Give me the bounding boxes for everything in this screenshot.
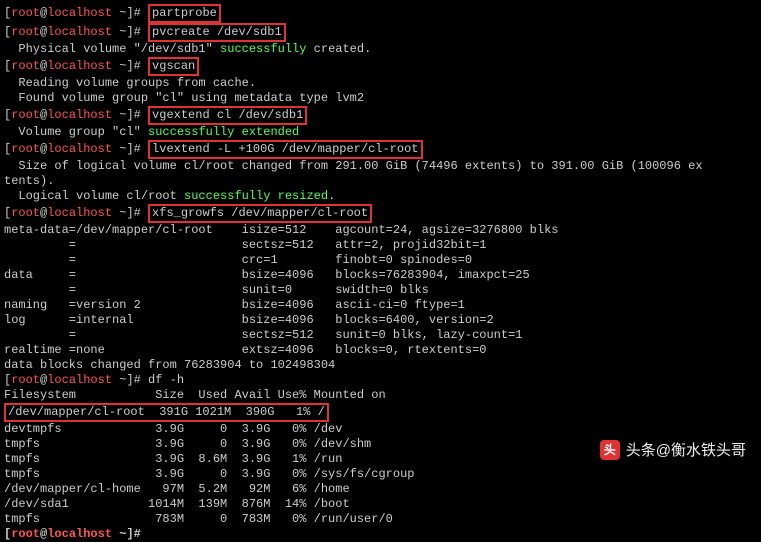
cmd-lvextend: lvextend -L +100G /dev/mapper/cl-root [148,140,422,159]
output: Physical volume "/dev/sdb1" successfully… [4,42,757,57]
df-row: devtmpfs 3.9G 0 3.9G 0% /dev [4,422,757,437]
output: = crc=1 finobt=0 spinodes=0 [4,253,757,268]
watermark-text: 头条@衡水铁头哥 [626,443,746,458]
df-row: /dev/sda1 1014M 139M 876M 14% /boot [4,497,757,512]
hostname: localhost [47,6,112,20]
output: = sectsz=512 attr=2, projid32bit=1 [4,238,757,253]
output: = sunit=0 swidth=0 blks [4,283,757,298]
prompt-line: [root@localhost ~]# vgextend cl /dev/sdb… [4,106,757,125]
cmd-pvcreate: pvcreate /dev/sdb1 [148,23,286,42]
output: Size of logical volume cl/root changed f… [4,159,757,174]
df-root-row: /dev/mapper/cl-root 391G 1021M 390G 1% / [4,403,329,422]
df-row: /dev/mapper/cl-home 97M 5.2M 92M 6% /hom… [4,482,757,497]
output: realtime =none extsz=4096 blocks=0, rtex… [4,343,757,358]
output: Reading volume groups from cache. [4,76,757,91]
prompt-line: [root@localhost ~]# lvextend -L +100G /d… [4,140,757,159]
cmd-vgextend: vgextend cl /dev/sdb1 [148,106,307,125]
prompt-line-active[interactable]: [root@localhost ~]# [4,527,757,542]
prompt-line: [root@localhost ~]# partprobe [4,4,757,23]
terminal[interactable]: [root@localhost ~]# partprobe [root@loca… [4,4,757,542]
output: Found volume group "cl" using metadata t… [4,91,757,106]
prompt-line: [root@localhost ~]# df -h [4,373,757,388]
output: meta-data=/dev/mapper/cl-root isize=512 … [4,223,757,238]
cmd-vgscan: vgscan [148,57,199,76]
cmd-xfs-growfs: xfs_growfs /dev/mapper/cl-root [148,204,372,223]
cmd-df: df -h [148,373,184,387]
success: successfully [220,42,306,56]
output: naming =version 2 bsize=4096 ascii-ci=0 … [4,298,757,313]
success: successfully resized [184,189,328,203]
df-row: tmpfs 3.9G 0 3.9G 0% /sys/fs/cgroup [4,467,757,482]
output: data blocks changed from 76283904 to 102… [4,358,757,373]
df-row: tmpfs 783M 0 783M 0% /run/user/0 [4,512,757,527]
prompt-line: [root@localhost ~]# vgscan [4,57,757,76]
watermark-icon: 头 [600,440,620,460]
df-row-highlight: /dev/mapper/cl-root 391G 1021M 390G 1% / [4,403,757,422]
output: data = bsize=4096 blocks=76283904, imaxp… [4,268,757,283]
user: root [11,6,40,20]
output: tents). [4,174,757,189]
cmd-partprobe: partprobe [148,4,221,23]
output: Logical volume cl/root successfully resi… [4,189,757,204]
df-header: Filesystem Size Used Avail Use% Mounted … [4,388,757,403]
output: = sectsz=512 sunit=0 blks, lazy-count=1 [4,328,757,343]
output: Volume group "cl" successfully extended [4,125,757,140]
prompt-line: [root@localhost ~]# xfs_growfs /dev/mapp… [4,204,757,223]
output: log =internal bsize=4096 blocks=6400, ve… [4,313,757,328]
prompt-line: [root@localhost ~]# pvcreate /dev/sdb1 [4,23,757,42]
watermark: 头 头条@衡水铁头哥 [600,440,746,460]
success: successfully extended [148,125,299,139]
